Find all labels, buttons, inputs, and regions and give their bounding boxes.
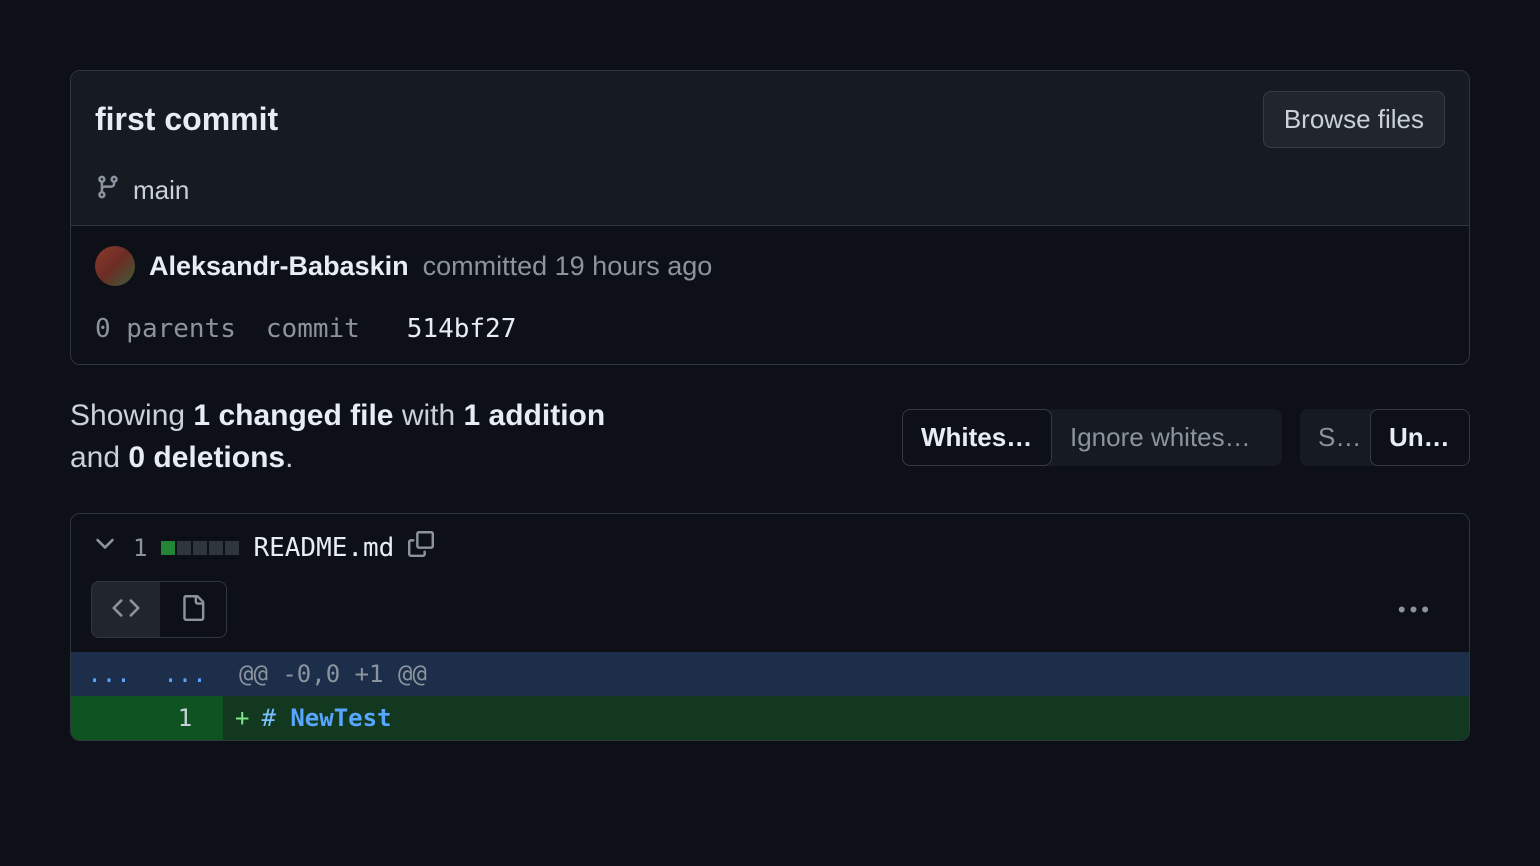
markdown-hash: # xyxy=(261,704,275,732)
commit-panel: first commit Browse files main Aleksandr… xyxy=(70,70,1470,365)
file-icon xyxy=(180,595,206,624)
code-icon xyxy=(112,594,140,625)
code-view-toggle xyxy=(91,581,227,638)
file-header: 1 README.md xyxy=(71,514,1469,652)
source-view-button[interactable] xyxy=(92,582,160,637)
diffstat-block-neutral xyxy=(209,541,223,555)
hunk-header-text: @@ -0,0 +1 @@ xyxy=(223,652,1469,696)
chevron-down-icon[interactable] xyxy=(91,530,119,565)
file-name[interactable]: README.md xyxy=(253,533,394,563)
branch-row: main xyxy=(95,174,1445,207)
branch-name[interactable]: main xyxy=(133,175,189,206)
commit-time: committed 19 hours ago xyxy=(423,251,713,282)
summary-row: Showing 1 changed file with 1 addition a… xyxy=(70,395,1470,479)
unified-view-button[interactable]: Unifi… xyxy=(1370,409,1470,466)
diffstat-block-neutral xyxy=(193,541,207,555)
hunk-header-row: ... ... @@ -0,0 +1 @@ xyxy=(71,652,1469,696)
commit-label: commit xyxy=(266,314,360,344)
code-cell: +# NewTest xyxy=(223,696,1469,740)
kebab-menu-icon[interactable]: ••• xyxy=(1382,589,1449,631)
commit-title: first commit xyxy=(95,101,278,138)
old-line-number xyxy=(71,696,147,740)
parents-row: 0 parents commit 514bf27 xyxy=(95,314,1445,344)
author-row: Aleksandr-Babaskin committed 19 hours ag… xyxy=(95,246,1445,286)
add-marker: + xyxy=(223,704,261,732)
diff-summary: Showing 1 changed file with 1 addition a… xyxy=(70,395,640,479)
diffstat-block-neutral xyxy=(225,541,239,555)
summary-suffix: . xyxy=(285,441,293,474)
view-toggle-group: Sp… Unifi… xyxy=(1300,409,1470,466)
diffstat xyxy=(161,541,239,555)
hunk-expand-right[interactable]: ... xyxy=(147,652,223,696)
summary-mid2: and xyxy=(70,441,128,474)
diff-table: ... ... @@ -0,0 +1 @@ 1 +# NewTest xyxy=(71,652,1469,740)
summary-prefix: Showing xyxy=(70,399,193,432)
commit-sha: 514bf27 xyxy=(407,314,517,344)
whitespace-show-button[interactable]: Whitesp… xyxy=(902,409,1052,466)
author-name[interactable]: Aleksandr-Babaskin xyxy=(149,251,409,282)
file-info: 1 README.md xyxy=(91,530,1449,565)
whitespace-toggle-group: Whitesp… Ignore whitespa… xyxy=(902,409,1282,466)
hunk-expand-left[interactable]: ... xyxy=(71,652,147,696)
file-panel: 1 README.md xyxy=(70,513,1470,741)
summary-mid1: with xyxy=(393,399,463,432)
file-change-count: 1 xyxy=(133,534,147,562)
commit-sha-wrapper: commit 514bf27 xyxy=(266,314,516,344)
whitespace-ignore-button[interactable]: Ignore whitespa… xyxy=(1052,409,1282,466)
diffstat-block-neutral xyxy=(177,541,191,555)
commit-title-row: first commit Browse files xyxy=(95,91,1445,148)
summary-additions: 1 addition xyxy=(464,399,606,432)
file-toolbar: ••• xyxy=(91,581,1449,652)
rendered-view-button[interactable] xyxy=(160,582,226,637)
browse-files-button[interactable]: Browse files xyxy=(1263,91,1445,148)
diffstat-block-add xyxy=(161,541,175,555)
diff-addition-row: 1 +# NewTest xyxy=(71,696,1469,740)
commit-meta: Aleksandr-Babaskin committed 19 hours ag… xyxy=(71,225,1469,364)
markdown-heading: NewTest xyxy=(290,704,391,732)
diff-controls: Whitesp… Ignore whitespa… Sp… Unifi… xyxy=(902,409,1470,466)
branch-icon xyxy=(95,174,121,207)
split-view-button[interactable]: Sp… xyxy=(1300,409,1370,466)
commit-header: first commit Browse files main xyxy=(71,71,1469,225)
new-line-number: 1 xyxy=(147,696,223,740)
summary-deletions: 0 deletions xyxy=(128,441,285,474)
summary-changed-files[interactable]: 1 changed file xyxy=(193,399,393,432)
avatar[interactable] xyxy=(95,246,135,286)
parents-count: 0 parents xyxy=(95,314,236,344)
copy-icon[interactable] xyxy=(408,531,434,564)
